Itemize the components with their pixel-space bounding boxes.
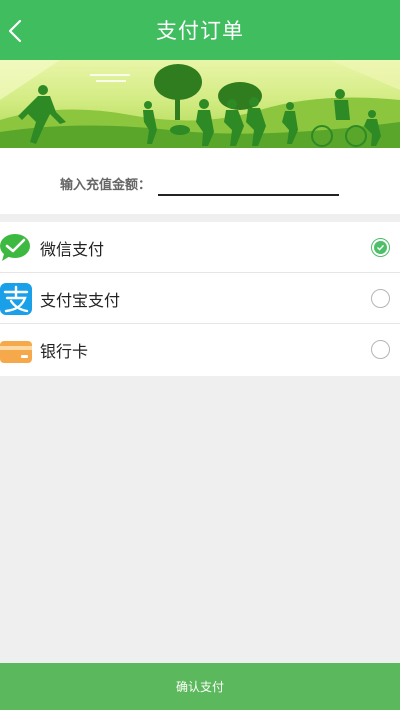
payment-method-label: 微信支付 — [40, 240, 105, 259]
amount-input[interactable] — [158, 168, 339, 196]
payment-method-wechat[interactable]: 微信支付 — [0, 222, 400, 273]
wechat-icon — [0, 234, 30, 261]
radio-unselected[interactable] — [371, 289, 390, 308]
banner-illustration — [0, 60, 400, 148]
payment-method-label: 支付宝支付 — [40, 291, 121, 310]
radio-selected[interactable] — [371, 238, 390, 257]
bank-card-icon — [0, 341, 32, 363]
payment-method-bank-card[interactable]: 银行卡 — [0, 324, 400, 376]
payment-method-list: 微信支付 支付宝支付 银行卡 — [0, 222, 400, 376]
alipay-icon — [0, 283, 32, 315]
amount-section: 输入充值金额： — [0, 148, 400, 214]
confirm-payment-button[interactable]: 确认支付 — [0, 663, 400, 710]
page-title: 支付订单 — [156, 19, 244, 43]
check-icon — [374, 241, 387, 254]
header-bar: 支付订单 — [0, 0, 400, 60]
radio-unselected[interactable] — [371, 340, 390, 359]
amount-label: 输入充值金额： — [60, 178, 152, 193]
back-arrow-icon[interactable] — [4, 16, 32, 46]
payment-method-alipay[interactable]: 支付宝支付 — [0, 273, 400, 324]
payment-method-label: 银行卡 — [40, 342, 89, 361]
